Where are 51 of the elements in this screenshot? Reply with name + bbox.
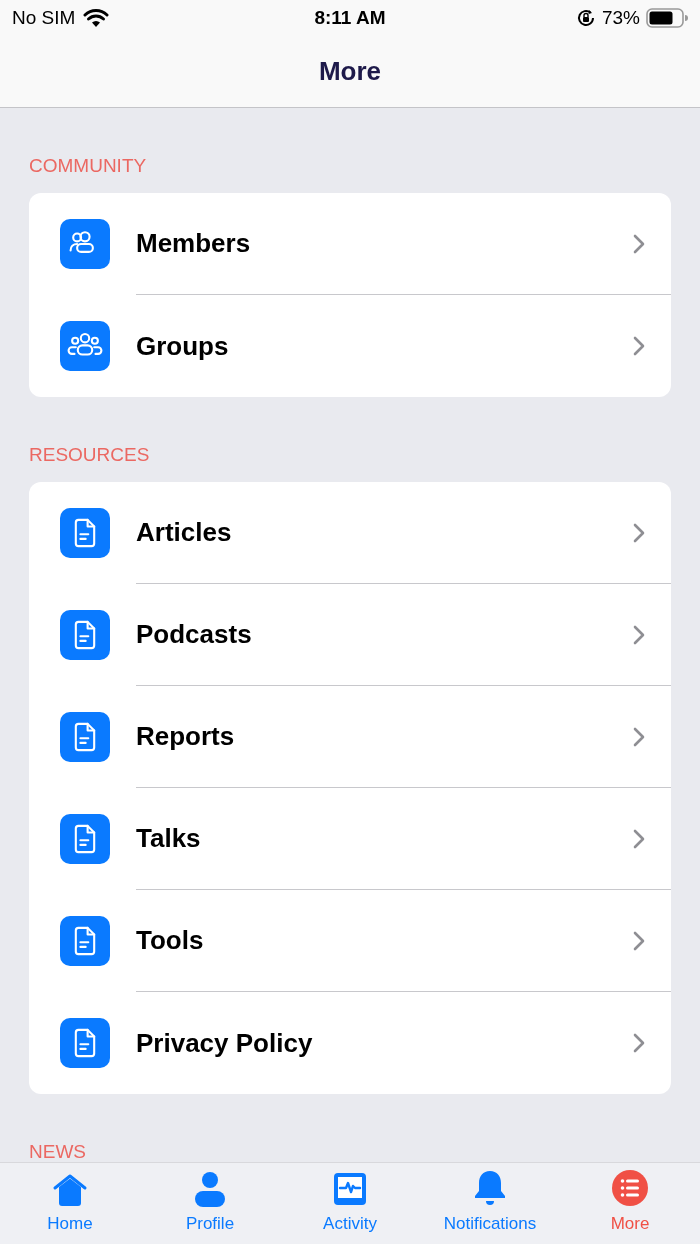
tab-item[interactable]: Activity	[280, 1163, 420, 1244]
list-row[interactable]: Talks	[29, 788, 671, 890]
tab-item[interactable]: Home	[0, 1163, 140, 1244]
document-icon	[60, 508, 110, 558]
tab-item[interactable]: Profile	[140, 1163, 280, 1244]
chevron-right-icon	[633, 1033, 645, 1053]
clock-time: 8:11 AM	[314, 5, 386, 30]
group-icon	[60, 321, 110, 371]
row-label: Tools	[136, 924, 205, 957]
row-label: Articles	[136, 516, 233, 549]
section-header: COMMUNITY	[29, 155, 147, 176]
tab-item[interactable]: Notifications	[420, 1163, 560, 1244]
rotation-lock-icon	[575, 8, 596, 28]
activity-icon	[332, 1170, 368, 1207]
chevron-right-icon	[633, 624, 645, 645]
row-label: Privacy Policy	[136, 1026, 314, 1060]
carrier-label: No SIM	[12, 5, 76, 30]
people-icon	[60, 219, 110, 269]
chevron-right-icon	[633, 726, 645, 747]
bell-icon	[472, 1168, 508, 1207]
chevron-right-icon	[633, 233, 645, 254]
chevron-right-icon	[633, 336, 645, 356]
document-icon	[60, 1018, 110, 1068]
row-label: Groups	[136, 329, 230, 363]
battery-icon	[646, 8, 688, 28]
document-icon	[60, 814, 110, 864]
document-icon	[60, 712, 110, 762]
row-label: Podcasts	[136, 618, 253, 651]
nav-title: More	[318, 55, 382, 88]
list-row[interactable]: Privacy Policy	[29, 992, 671, 1094]
person-icon	[194, 1170, 226, 1207]
section-header: NEWS	[29, 1141, 86, 1162]
document-icon	[60, 610, 110, 660]
list-row[interactable]: Reports	[29, 686, 671, 788]
list-row[interactable]: Podcasts	[29, 584, 671, 686]
battery-percent: 73%	[601, 5, 640, 30]
list-row[interactable]: Members	[29, 193, 671, 295]
list-row[interactable]: Articles	[29, 482, 671, 584]
row-label: Reports	[136, 720, 236, 753]
home-icon	[51, 1172, 89, 1207]
list-row[interactable]: Groups	[29, 295, 671, 397]
section-header: RESOURCES	[29, 444, 150, 465]
list-icon	[611, 1168, 649, 1207]
chevron-right-icon	[633, 828, 645, 849]
chevron-right-icon	[633, 522, 645, 543]
list-row[interactable]: Tools	[29, 890, 671, 992]
chevron-right-icon	[633, 930, 645, 951]
document-icon	[60, 916, 110, 966]
wifi-icon	[83, 8, 110, 28]
row-label: Members	[136, 227, 252, 260]
row-label: Talks	[136, 822, 202, 855]
